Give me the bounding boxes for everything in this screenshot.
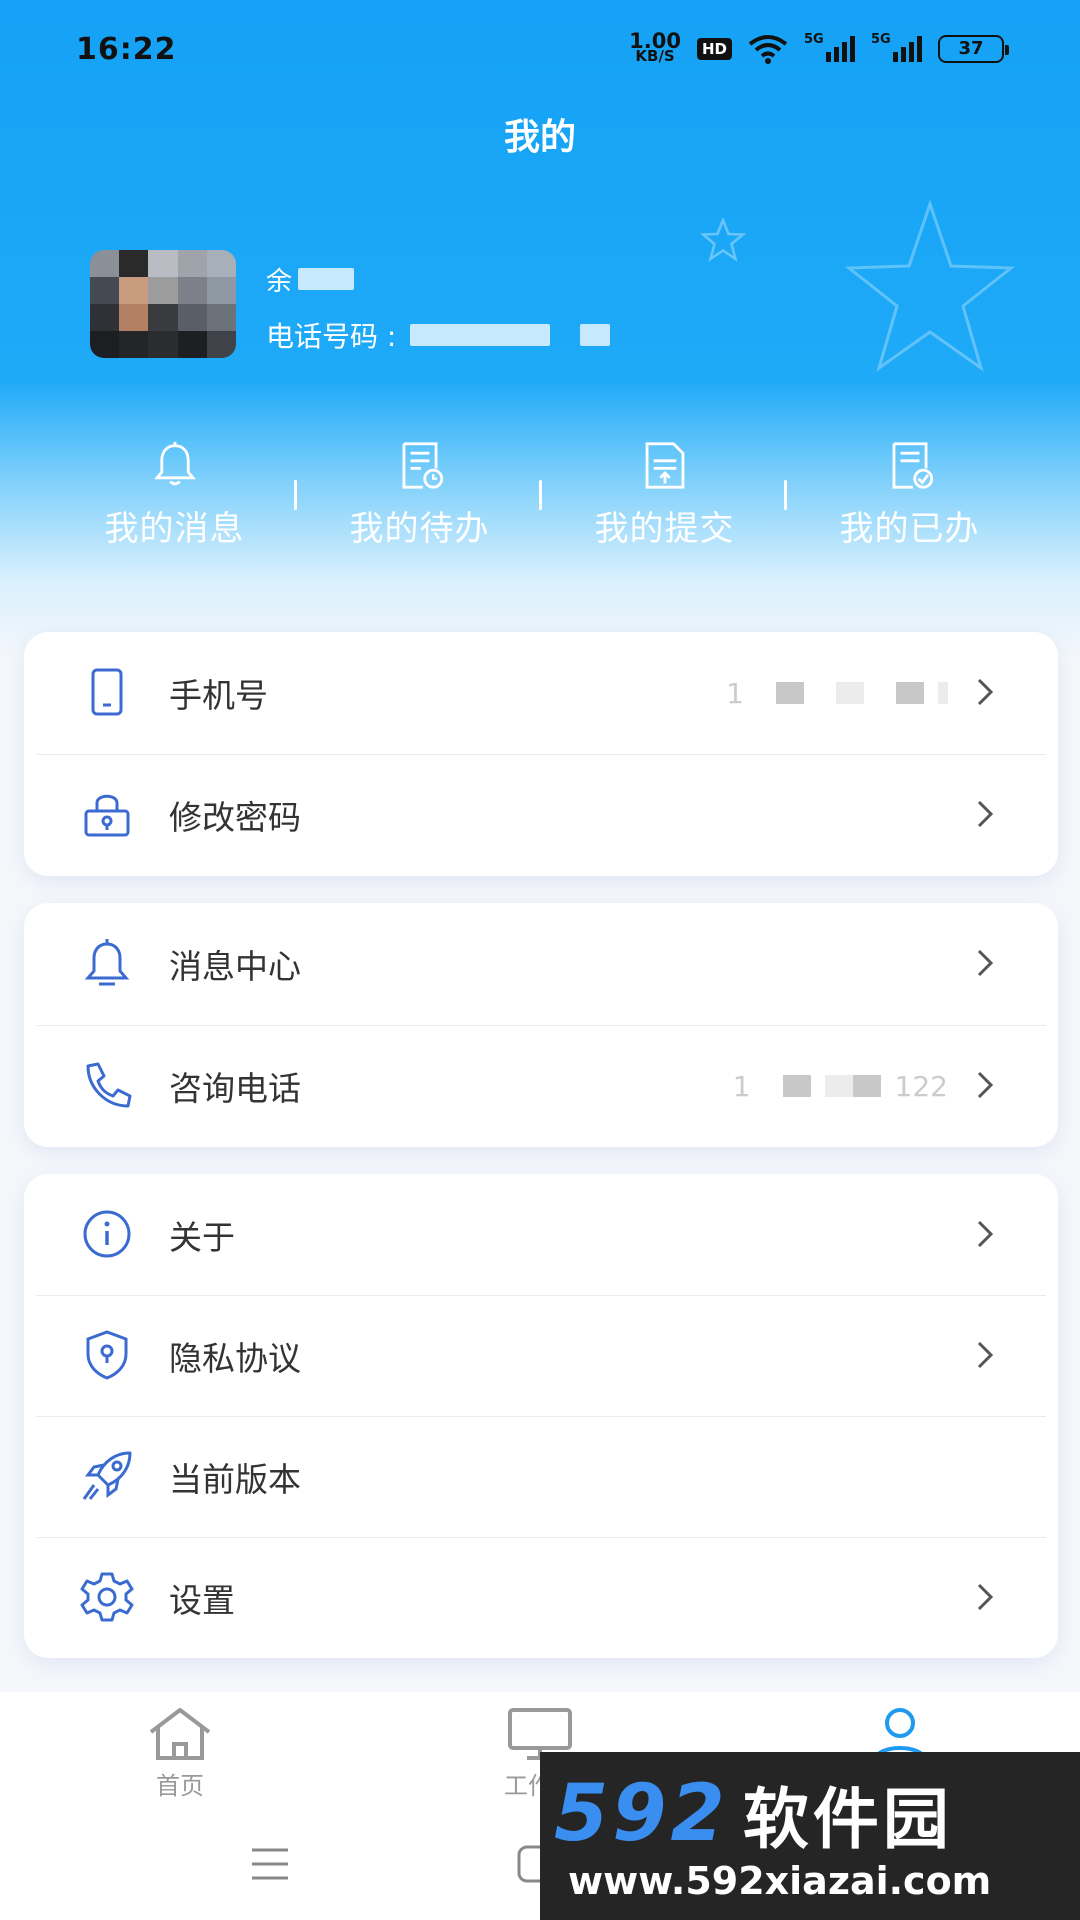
star-decoration-small-icon (700, 218, 746, 262)
hd-badge: HD (696, 38, 732, 60)
signal-icon-sim1: 5G (804, 32, 855, 62)
quick-action-done[interactable]: 我的已办 (787, 440, 1032, 550)
chevron-right-icon (977, 800, 994, 828)
row-mobile-number[interactable]: 手机号 1 (24, 632, 1058, 754)
info-icon (83, 1210, 131, 1258)
battery-icon: 37 (938, 35, 1009, 63)
watermark-logo: 592 软件园 www.592xiazai.com (540, 1752, 1080, 1920)
telephone-icon (86, 1062, 132, 1108)
row-current-version[interactable]: 当前版本 (24, 1416, 1058, 1537)
quick-action-todo[interactable]: 我的待办 (297, 440, 542, 550)
phone-device-icon (91, 668, 123, 716)
chevron-right-icon (977, 1220, 994, 1248)
chevron-right-icon (977, 949, 994, 977)
quick-actions: 我的消息 我的待办 我的提交 我的已办 (0, 440, 1080, 550)
done-doc-icon (892, 442, 933, 489)
row-privacy-policy[interactable]: 隐私协议 (24, 1295, 1058, 1416)
consult-phone-value: 1 122 (732, 1069, 948, 1103)
quick-action-messages[interactable]: 我的消息 (52, 440, 297, 550)
network-speed: 1.00 KB/S (629, 29, 681, 65)
user-phone: 电话号码 : (266, 315, 611, 355)
status-bar: 16:22 1.00 KB/S HD 5G 5G 37 (0, 0, 1080, 100)
chevron-right-icon (977, 1341, 994, 1369)
row-consult-phone[interactable]: 咨询电话 1 122 (24, 1025, 1058, 1147)
watermark-url: www.592xiazai.com (568, 1859, 992, 1903)
tab-home[interactable]: 首页 (120, 1706, 240, 1801)
signal-icon-sim2: 5G (871, 32, 922, 62)
row-message-center[interactable]: 消息中心 (24, 903, 1058, 1025)
row-settings[interactable]: 设置 (24, 1537, 1058, 1658)
watermark-number: 592 (554, 1769, 729, 1859)
row-about[interactable]: 关于 (24, 1174, 1058, 1295)
todo-list-icon (402, 442, 443, 489)
row-change-password[interactable]: 修改密码 (24, 754, 1058, 876)
wifi-icon (748, 35, 788, 64)
card-service: 消息中心 咨询电话 1 122 (24, 903, 1058, 1147)
quick-action-submitted[interactable]: 我的提交 (542, 440, 787, 550)
card-misc: 关于 隐私协议 当前版本 设置 (24, 1174, 1058, 1658)
bell-icon (84, 939, 130, 986)
watermark-name: 软件园 (742, 1781, 953, 1858)
bell-icon (153, 441, 196, 486)
chevron-right-icon (977, 678, 994, 706)
status-time: 16:22 (76, 32, 177, 67)
chevron-right-icon (977, 1071, 994, 1099)
user-name: 余 (266, 262, 355, 297)
chevron-right-icon (977, 1583, 994, 1611)
card-account: 手机号 1 修改密码 (24, 632, 1058, 876)
gear-icon (80, 1572, 134, 1622)
phone-redaction-tail (580, 324, 611, 346)
avatar[interactable] (90, 250, 236, 358)
home-icon (149, 1708, 211, 1760)
phone-redaction (410, 324, 551, 346)
status-icons: 1.00 KB/S HD 5G 5G 37 (629, 29, 1009, 65)
lock-icon (84, 794, 130, 837)
shield-icon (86, 1330, 128, 1380)
phone-label: 电话号码 : (266, 320, 397, 353)
mobile-number-value: 1 (726, 677, 948, 710)
name-redaction (298, 268, 355, 290)
menu-icon[interactable] (248, 1844, 292, 1884)
submit-doc-icon (645, 442, 684, 489)
rocket-icon (82, 1451, 132, 1500)
star-decoration-large-icon (845, 199, 1015, 372)
page-title: 我的 (503, 117, 576, 158)
